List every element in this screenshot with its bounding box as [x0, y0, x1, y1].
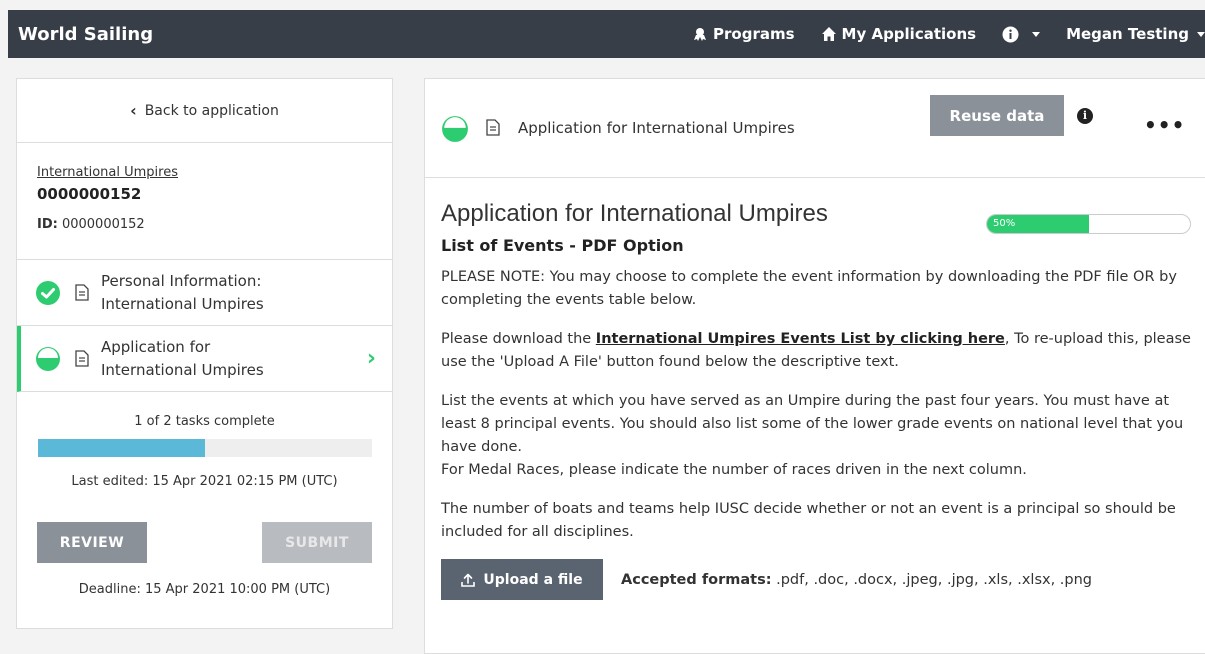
chevron-down-icon	[1197, 31, 1205, 37]
user-menu[interactable]: Megan Testing	[1066, 25, 1205, 43]
home-icon	[821, 27, 836, 41]
upload-label: Upload a file	[483, 571, 583, 588]
progress-summary: 1 of 2 tasks complete Last edited: 15 Ap…	[17, 392, 392, 597]
events-instruction-paragraph: List the events at which you have served…	[441, 390, 1191, 482]
task-content: Application for International Umpires Li…	[425, 178, 1205, 600]
last-edited-text: Last edited: 15 Apr 2021 02:15 PM (UTC)	[71, 474, 338, 489]
application-number: 0000000152	[37, 185, 142, 203]
id-value: 0000000152	[61, 217, 145, 232]
user-name: Megan Testing	[1066, 25, 1189, 43]
tasks-complete-text: 1 of 2 tasks complete	[134, 414, 275, 429]
task-header: Application for International Umpires Re…	[425, 79, 1205, 178]
instruction-paragraph: PLEASE NOTE: You may choose to complete …	[441, 269, 1177, 308]
application-info: International Umpires 0000000152 ID: 000…	[17, 143, 392, 260]
upload-row: Upload a file Accepted formats: .pdf, .d…	[441, 559, 1205, 600]
chevron-down-icon	[1032, 31, 1041, 37]
half-circle-progress-icon	[36, 346, 60, 371]
nav-my-applications[interactable]: My Applications	[821, 25, 977, 43]
download-text-prefix: Please download the	[441, 331, 596, 347]
nav-programs-label: Programs	[713, 25, 795, 43]
task-label-line2: International Umpires	[101, 360, 264, 379]
check-circle-icon	[36, 280, 60, 305]
task-label: Personal Information: International Umpi…	[101, 270, 264, 316]
document-icon	[75, 350, 89, 367]
tasks-progress-bar	[37, 439, 372, 457]
chevron-left-icon: ‹	[130, 101, 137, 120]
medal-races-text: For Medal Races, please indicate the num…	[441, 462, 1027, 478]
accepted-formats: Accepted formats: .pdf, .doc, .docx, .jp…	[621, 572, 1092, 588]
back-label: Back to application	[144, 102, 279, 119]
more-options-icon[interactable]: •••	[1144, 113, 1185, 137]
info-icon	[1002, 26, 1019, 42]
nav-programs[interactable]: Programs	[692, 25, 795, 43]
events-instruction-text: List the events at which you have served…	[441, 393, 1184, 455]
task-label-line1: Personal Information:	[101, 271, 262, 290]
deadline-text: Deadline: 15 Apr 2021 10:00 PM (UTC)	[78, 582, 331, 597]
chevron-right-icon: ›	[366, 346, 376, 371]
task-personal-information[interactable]: Personal Information: International Umpi…	[17, 260, 392, 326]
award-icon	[694, 28, 707, 41]
upload-file-button[interactable]: Upload a file	[441, 559, 603, 600]
task-label-line1: Application for	[101, 337, 211, 356]
completion-percent-fill: 50%	[987, 215, 1089, 233]
action-buttons: REVIEW SUBMIT	[17, 522, 392, 563]
back-to-application-link[interactable]: ‹ Back to application	[17, 79, 392, 143]
task-application-for-international-umpires[interactable]: Application for International Umpires ›	[17, 326, 392, 392]
document-icon	[75, 284, 89, 301]
help-dropdown[interactable]	[1002, 26, 1041, 43]
task-header-title: Application for International Umpires	[518, 119, 795, 137]
nav-my-applications-label: My Applications	[841, 25, 977, 43]
formats-value: .pdf, .doc, .docx, .jpeg, .jpg, .xls, .x…	[771, 571, 1093, 588]
info-icon[interactable]: i	[1077, 108, 1093, 124]
completion-percent-bar: 50%	[986, 214, 1191, 234]
boats-teams-paragraph: The number of boats and teams help IUSC …	[441, 501, 1176, 540]
task-label-line2: International Umpires	[101, 294, 264, 313]
top-navbar: World Sailing Programs My Applications M…	[8, 10, 1205, 58]
formats-label: Accepted formats:	[621, 571, 772, 588]
download-paragraph: Please download the International Umpire…	[441, 328, 1191, 374]
tasks-progress-fill	[37, 439, 205, 457]
upload-icon	[461, 573, 476, 587]
application-sidebar: ‹ Back to application International Umpi…	[16, 78, 393, 629]
events-list-download-link[interactable]: International Umpires Events List by cli…	[596, 331, 1005, 347]
review-button[interactable]: REVIEW	[37, 522, 147, 563]
id-label: ID:	[37, 217, 58, 232]
submit-button[interactable]: SUBMIT	[262, 522, 372, 563]
application-id: ID: 0000000152	[37, 217, 392, 232]
reuse-data-button[interactable]: Reuse data	[930, 95, 1064, 136]
half-circle-progress-icon	[442, 116, 468, 142]
section-title: List of Events - PDF Option	[441, 236, 684, 255]
brand-logo[interactable]: World Sailing	[8, 24, 692, 45]
task-label: Application for International Umpires	[101, 336, 264, 382]
program-link[interactable]: International Umpires	[37, 165, 392, 180]
document-icon	[486, 119, 500, 136]
task-main-panel: Application for International Umpires Re…	[424, 78, 1205, 654]
top-nav: Programs My Applications Megan Testing	[692, 10, 1205, 58]
